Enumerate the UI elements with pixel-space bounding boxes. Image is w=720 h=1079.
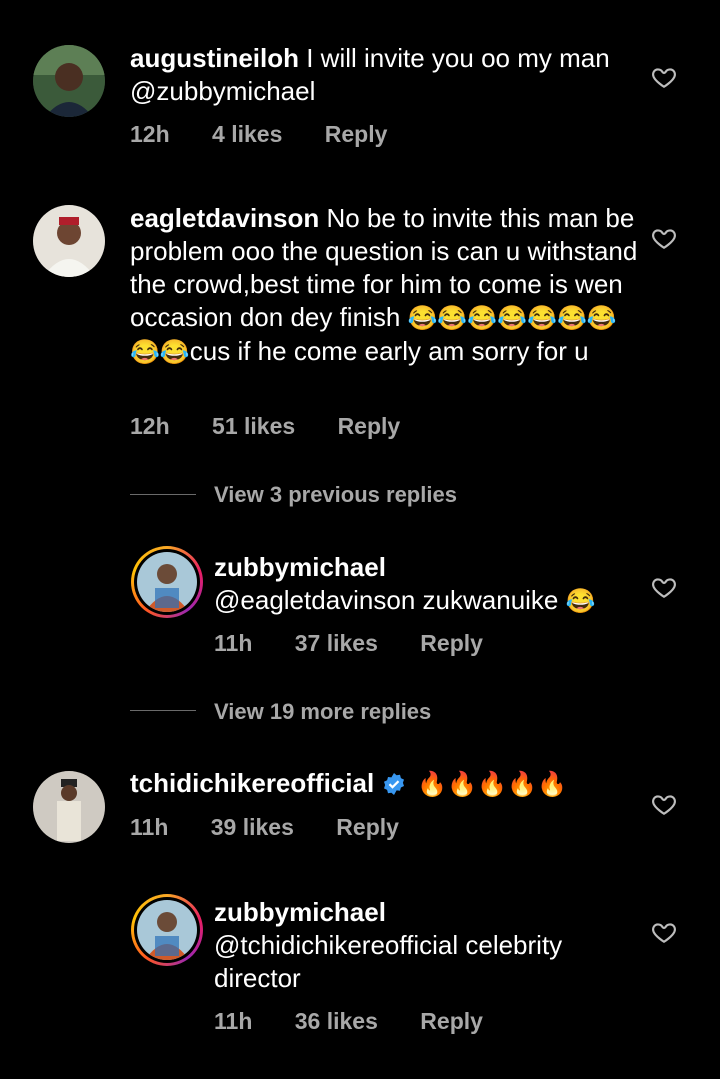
timestamp: 11h [214, 630, 253, 656]
reply-button[interactable]: Reply [420, 630, 483, 656]
reply-meta: 11h 37 likes Reply [214, 630, 519, 657]
verified-badge-icon [384, 773, 405, 795]
fire-emojis: 🔥🔥🔥🔥🔥 [417, 771, 567, 798]
avatar-story-ring[interactable] [131, 546, 203, 618]
reply-text: @eagletdavinson zukwanuike [214, 585, 559, 615]
divider [130, 494, 196, 495]
reply-button[interactable]: Reply [420, 1008, 483, 1034]
comment-text-end: cus if he come early am sorry for u [189, 336, 589, 366]
avatar[interactable] [33, 771, 105, 843]
likes-count[interactable]: 51 likes [212, 413, 295, 439]
timestamp: 12h [130, 121, 170, 147]
likes-count[interactable]: 4 likes [212, 121, 282, 147]
comment-meta: 11h 39 likes Reply [130, 814, 435, 841]
heart-icon[interactable] [651, 225, 677, 251]
username[interactable]: zubbymichael [214, 551, 644, 584]
timestamp: 11h [214, 1008, 253, 1034]
laughing-emoji: 😂 [565, 588, 596, 615]
timestamp: 12h [130, 413, 170, 439]
reply-button[interactable]: Reply [338, 413, 401, 439]
username[interactable]: augustineiloh [130, 43, 299, 73]
heart-icon[interactable] [651, 791, 677, 817]
username[interactable]: tchidichikereofficial [130, 768, 374, 798]
likes-count[interactable]: 37 likes [295, 630, 378, 656]
view-previous-replies-button[interactable]: View 3 previous replies [214, 482, 457, 508]
likes-count[interactable]: 36 likes [295, 1008, 378, 1034]
divider [130, 710, 196, 711]
timestamp: 11h [130, 814, 169, 840]
reply-meta: 11h 36 likes Reply [214, 1008, 519, 1035]
username[interactable]: eagletdavinson [130, 203, 319, 233]
heart-icon[interactable] [651, 919, 677, 945]
reply-button[interactable]: Reply [325, 121, 388, 147]
view-more-replies-button[interactable]: View 19 more replies [214, 699, 431, 725]
heart-icon[interactable] [651, 64, 677, 90]
comment-meta: 12h 4 likes Reply [130, 121, 423, 148]
reply-text: @tchidichikereofficial celebrity directo… [214, 930, 563, 993]
heart-icon[interactable] [651, 574, 677, 600]
comment-meta: 12h 51 likes Reply [130, 413, 436, 440]
avatar[interactable] [33, 45, 105, 117]
avatar[interactable] [33, 205, 105, 277]
avatar-story-ring[interactable] [131, 894, 203, 966]
likes-count[interactable]: 39 likes [211, 814, 294, 840]
username[interactable]: zubbymichael [214, 896, 624, 929]
reply-button[interactable]: Reply [336, 814, 399, 840]
